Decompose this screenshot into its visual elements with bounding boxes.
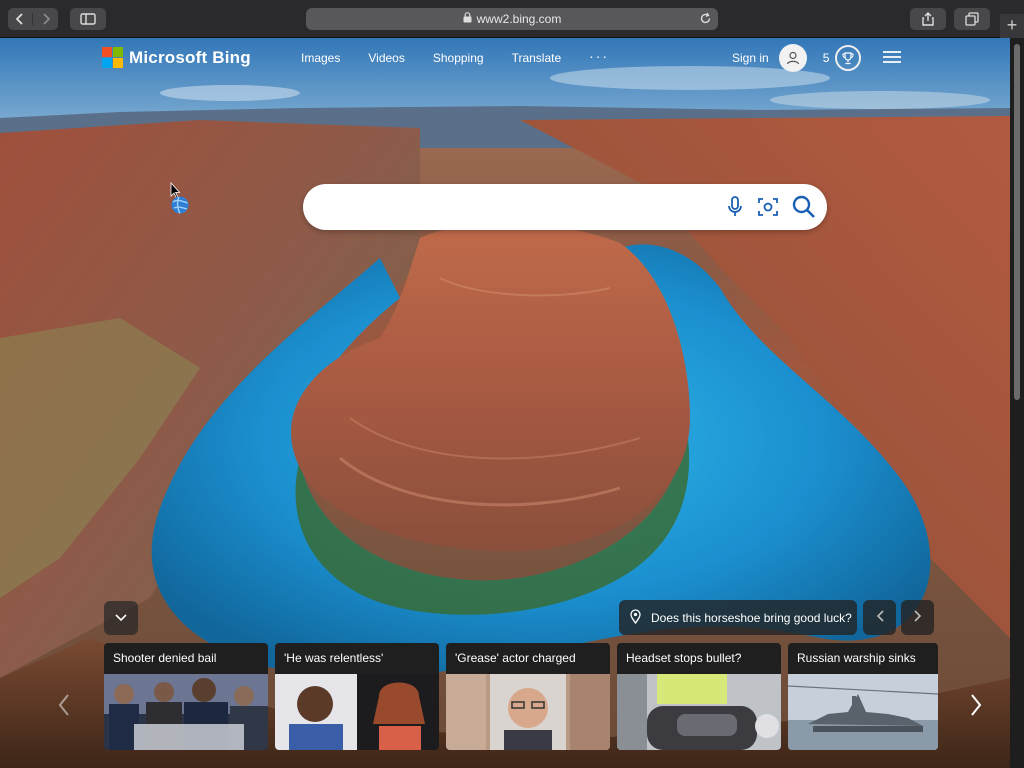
- news-card-title: 'He was relentless': [284, 651, 384, 665]
- news-card-title: Headset stops bullet?: [626, 651, 742, 665]
- back-icon[interactable]: [8, 13, 33, 25]
- forward-icon[interactable]: [33, 13, 58, 25]
- tabs-overview-icon[interactable]: [954, 8, 990, 30]
- header-account-area: Sign in 5: [732, 44, 902, 72]
- share-icon[interactable]: [910, 8, 946, 30]
- news-card[interactable]: Russian warship sinks: [788, 643, 938, 750]
- news-thumbnail-image: [617, 674, 781, 750]
- brand-name: Microsoft Bing: [129, 47, 251, 67]
- news-card[interactable]: Shooter denied bail: [104, 643, 268, 750]
- new-tab-button[interactable]: +: [1000, 14, 1024, 38]
- lock-icon: [463, 12, 472, 26]
- nav-shopping[interactable]: Shopping: [433, 51, 484, 65]
- nav-videos[interactable]: Videos: [368, 51, 404, 65]
- scrollbar-thumb[interactable]: [1014, 44, 1020, 400]
- sign-in-link[interactable]: Sign in: [732, 51, 769, 65]
- avatar-icon[interactable]: [778, 44, 807, 72]
- nav-more-button[interactable]: ···: [589, 48, 609, 65]
- reload-icon[interactable]: [699, 12, 712, 28]
- visual-search-icon[interactable]: [757, 196, 779, 223]
- search-box[interactable]: [303, 184, 827, 230]
- url-text: www2.bing.com: [476, 12, 562, 26]
- location-pin-icon: [630, 608, 641, 627]
- nav-translate[interactable]: Translate: [512, 51, 562, 65]
- search-icon[interactable]: [791, 194, 817, 225]
- news-card[interactable]: 'Grease' actor charged: [446, 643, 610, 750]
- chevron-right-icon: [913, 609, 922, 627]
- menu-hamburger-icon[interactable]: [883, 50, 902, 67]
- chevron-left-icon: [876, 609, 884, 627]
- bing-homepage: Microsoft Bing Images Videos Shopping Tr…: [0, 38, 1010, 768]
- browser-toolbar: www2.bing.com +: [0, 0, 1024, 38]
- microphone-icon[interactable]: [725, 195, 745, 224]
- history-nav-group: [8, 8, 58, 30]
- microsoft-bing-logo[interactable]: Microsoft Bing: [102, 47, 251, 68]
- microsoft-logo-icon: [102, 47, 123, 68]
- chevron-down-icon: [115, 609, 127, 627]
- news-prev-arrow-icon[interactable]: [58, 693, 70, 722]
- nav-images[interactable]: Images: [301, 51, 340, 65]
- news-card-title: Shooter denied bail: [113, 651, 217, 665]
- image-info-pill[interactable]: Does this horseshoe bring good luck?: [619, 600, 857, 635]
- next-image-button[interactable]: [901, 600, 934, 635]
- news-next-arrow-icon[interactable]: [970, 693, 982, 722]
- news-card[interactable]: Headset stops bullet?: [617, 643, 781, 750]
- news-carousel: Shooter denied bail 'He was relentless': [104, 643, 938, 750]
- image-story-question: Does this horseshoe bring good luck?: [651, 610, 852, 625]
- sidebar-toggle-icon[interactable]: [70, 8, 106, 30]
- news-thumbnail-image: [104, 674, 268, 750]
- news-thumbnail-image: [446, 674, 610, 750]
- collapse-feed-button[interactable]: [104, 601, 138, 635]
- search-input[interactable]: [323, 196, 713, 218]
- address-bar[interactable]: www2.bing.com: [306, 8, 718, 30]
- bing-header: Microsoft Bing Images Videos Shopping Tr…: [0, 38, 1010, 82]
- news-card-title: 'Grease' actor charged: [455, 651, 576, 665]
- page-scrollbar[interactable]: [1010, 38, 1024, 768]
- top-nav: Images Videos Shopping Translate ···: [301, 48, 637, 65]
- mouse-cursor-icon: [170, 181, 192, 221]
- previous-image-button[interactable]: [863, 600, 896, 635]
- news-card-title: Russian warship sinks: [797, 651, 916, 665]
- news-thumbnail-image: [788, 674, 938, 750]
- news-card[interactable]: 'He was relentless': [275, 643, 439, 750]
- rewards-trophy-icon[interactable]: [835, 45, 862, 71]
- news-thumbnail-image: [275, 674, 439, 750]
- rewards-points[interactable]: 5: [823, 51, 830, 65]
